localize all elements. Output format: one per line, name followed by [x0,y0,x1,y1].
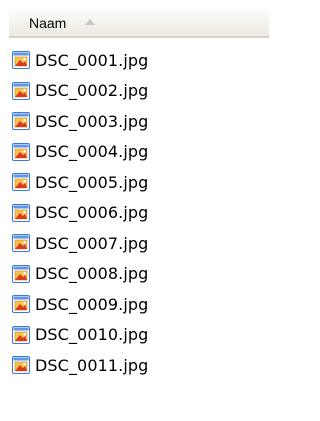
file-name: DSC_0002.jpg [35,81,149,101]
file-row[interactable]: DSC_0003.jpg [12,106,274,137]
file-name: DSC_0004.jpg [35,142,149,162]
file-row[interactable]: DSC_0010.jpg [12,320,274,351]
jpg-file-icon [12,264,30,283]
jpg-file-icon [12,356,30,375]
jpg-file-icon [12,51,30,70]
jpg-file-icon [12,173,30,192]
file-name: DSC_0003.jpg [35,111,149,131]
file-row[interactable]: DSC_0004.jpg [12,137,274,168]
jpg-file-icon [12,295,30,314]
file-name: DSC_0006.jpg [35,203,149,223]
file-list: DSC_0001.jpg DSC_0002.jpg DSC_0003.jpg D… [12,45,274,381]
jpg-file-icon [12,81,30,100]
sort-ascending-icon [85,19,95,25]
file-row[interactable]: DSC_0005.jpg [12,167,274,198]
file-row[interactable]: DSC_0007.jpg [12,228,274,259]
file-name: DSC_0011.jpg [35,355,149,375]
file-row[interactable]: DSC_0009.jpg [12,289,274,320]
jpg-file-icon [12,112,30,131]
file-row[interactable]: DSC_0008.jpg [12,259,274,290]
file-row[interactable]: DSC_0011.jpg [12,350,274,381]
file-row[interactable]: DSC_0002.jpg [12,76,274,107]
column-header-name[interactable]: Naam [9,10,269,38]
file-name: DSC_0008.jpg [35,264,149,284]
file-name: DSC_0001.jpg [35,50,149,70]
jpg-file-icon [12,234,30,253]
jpg-file-icon [12,325,30,344]
file-name: DSC_0009.jpg [35,294,149,314]
file-list-pane: Naam DSC_0001.jpg DSC_0002.jpg DSC_0003.… [0,0,278,421]
column-header-label: Naam [29,15,67,31]
file-row[interactable]: DSC_0001.jpg [12,45,274,76]
file-name: DSC_0005.jpg [35,172,149,192]
file-row[interactable]: DSC_0006.jpg [12,198,274,229]
file-name: DSC_0010.jpg [35,325,149,345]
jpg-file-icon [12,203,30,222]
file-name: DSC_0007.jpg [35,233,149,253]
jpg-file-icon [12,142,30,161]
